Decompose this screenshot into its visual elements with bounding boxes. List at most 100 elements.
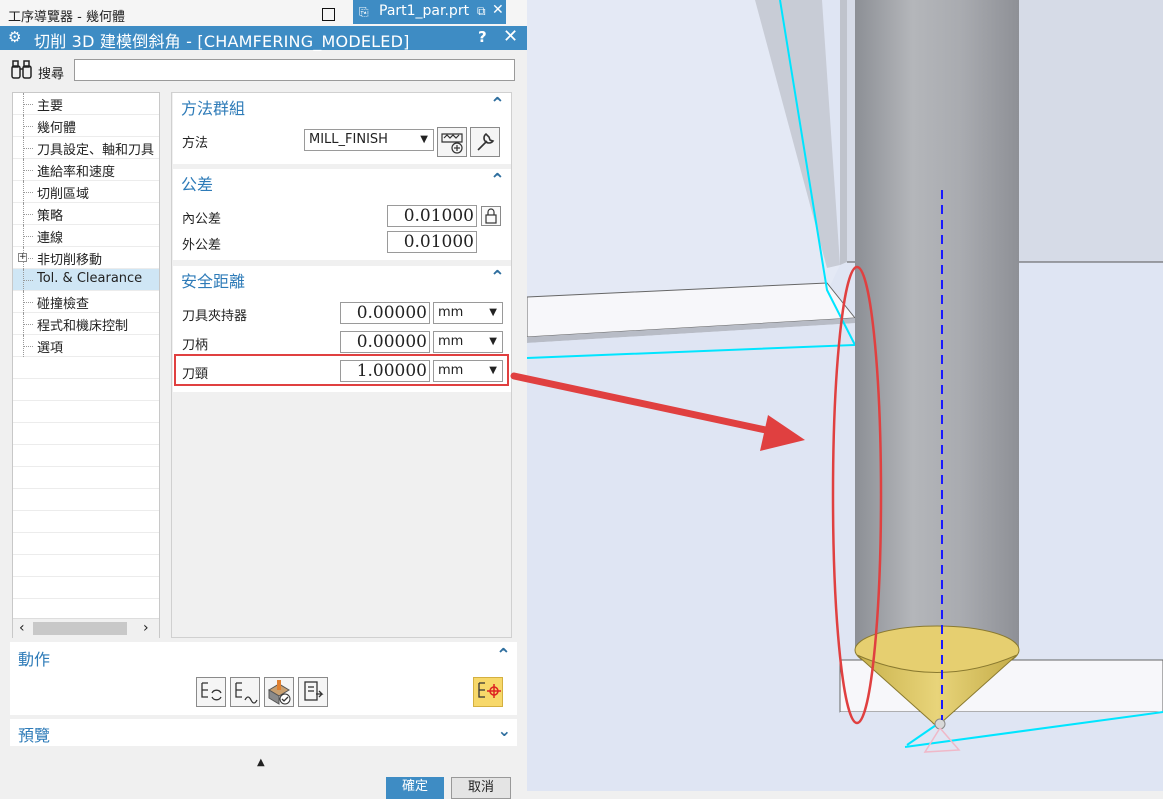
binoculars-icon [10,60,34,85]
holder-clearance-label: 刀具夾持器 [182,309,248,324]
tree-empty-row [13,357,159,379]
tree-empty-row [13,555,159,577]
dialog-title: 切削 3D 建模倒斜角 - [CHAMFERING_MODELED] [34,32,410,51]
tree-item[interactable]: 碰撞檢查 [13,291,159,313]
scroll-left-icon[interactable]: ‹ [19,620,25,636]
collapse-actions-icon[interactable]: ⌃ [496,645,511,666]
verify-button[interactable] [264,677,294,707]
restore-window-icon[interactable] [322,8,335,21]
tree-connector [23,93,36,115]
gear-icon: ⚙ [8,28,22,46]
tree-connector [23,115,36,137]
tree-item[interactable]: 程式和機床控制 [13,313,159,335]
tree-connector [23,137,36,159]
tree-item-label: 進給率和速度 [37,165,116,180]
scroll-thumb[interactable] [33,622,127,635]
display-toolpath-button[interactable] [473,677,503,707]
tree-item[interactable]: 刀具設定、軸和刀具 [13,137,159,159]
tree-item-label: 主要 [37,99,64,114]
inner-tolerance-label: 內公差 [182,212,222,227]
holder-clearance-input[interactable]: 0.00000 [340,302,430,324]
tree-empty-row [13,423,159,445]
tree-empty-row [13,577,159,599]
edit-method-button[interactable] [470,127,500,157]
tree-item-label: 非切削移動 [37,253,103,268]
ok-button[interactable]: 確定 [386,777,444,799]
tree-item-label: 碰撞檢查 [37,297,90,312]
shank-clearance-unit-select[interactable]: mm ▼ [433,331,503,353]
actions-section: 動作 ⌃ [10,642,517,715]
method-select-value: MILL_FINISH [309,132,388,147]
tree-empty-row [13,467,159,489]
annotation-arrow [510,372,805,451]
tree-item-label: Tol. & Clearance [37,271,143,286]
tree-connector [23,313,36,335]
replay-button[interactable] [230,677,260,707]
undock-icon[interactable]: ⧉ [477,4,486,19]
outer-tolerance-input[interactable]: 0.01000 [387,231,477,253]
tolerance-section: 公差 ⌃ 內公差 0.01000 外公差 0.01000 [173,169,511,260]
tree-empty-row [13,379,159,401]
method-group-title: 方法群組 [181,99,246,118]
holder-clearance-unit: mm [438,305,464,320]
tree-item-label: 連線 [37,231,64,246]
collapse-dialog-icon[interactable]: ▲ [257,757,265,768]
close-dialog-button[interactable]: ✕ [503,26,518,47]
lock-icon[interactable] [481,206,501,226]
preview-section[interactable]: 預覽 ⌄ [10,719,517,746]
scroll-right-icon[interactable]: › [143,620,149,636]
tree-item[interactable]: + 非切削移動 [13,247,159,269]
tree-item[interactable]: 主要 [13,93,159,115]
help-button[interactable]: ? [478,28,487,46]
inner-tolerance-input[interactable]: 0.01000 [387,205,477,227]
tree-item[interactable]: 選項 [13,335,159,357]
neck-highlight-box [174,354,509,386]
tree-empty-row [13,533,159,555]
tree-item[interactable]: 切削區域 [13,181,159,203]
replay-icon [235,682,258,704]
verify-icon [268,680,291,705]
collapse-tolerance-icon[interactable]: ⌃ [490,170,505,191]
generate-icon [201,682,222,701]
tree-connector [23,335,36,357]
preview-title: 預覽 [18,726,51,745]
actions-title: 動作 [18,650,51,669]
toolpath-icon [478,682,501,698]
tree-item-label: 選項 [37,341,64,356]
search-input[interactable] [74,59,515,81]
close-tab-icon[interactable]: ✕ [492,2,504,18]
tree-horizontal-scrollbar[interactable]: ‹ › [13,618,159,638]
file-tab-label: Part1_par.prt [379,3,470,19]
tree-item[interactable]: 進給率和速度 [13,159,159,181]
search-label: 搜尋 [38,67,65,82]
chamfer-edge [840,0,847,265]
tree-item[interactable]: 幾何體 [13,115,159,137]
expand-icon[interactable]: + [18,253,27,262]
arrow-head [760,415,805,451]
arrow-shaft [510,372,779,436]
tree-item[interactable]: 連線 [13,225,159,247]
collapse-method-group-icon[interactable]: ⌃ [490,94,505,115]
shank-clearance-input[interactable]: 0.00000 [340,331,430,353]
tree-item[interactable]: 策略 [13,203,159,225]
new-method-button[interactable] [437,127,467,157]
generate-button[interactable] [196,677,226,707]
tree-item-label: 幾何體 [37,121,77,136]
tree-connector [23,225,36,247]
wrench-icon [477,132,495,151]
tree-empty-row [13,511,159,533]
cancel-button[interactable]: 取消 [451,777,511,799]
expand-preview-icon[interactable]: ⌄ [498,721,511,740]
tree-item[interactable]: Tol. & Clearance [13,269,159,291]
outer-tolerance-label: 外公差 [182,238,222,253]
list-button[interactable] [298,677,328,707]
tree-item-label: 刀具設定、軸和刀具 [37,143,155,158]
method-select[interactable]: MILL_FINISH ▼ [304,129,434,151]
tree-empty-row [13,445,159,467]
tree-connector [23,203,36,225]
chevron-down-icon: ▼ [420,134,428,145]
collapse-clearance-icon[interactable]: ⌃ [490,267,505,288]
chevron-down-icon: ▼ [489,307,497,318]
file-tab[interactable]: ⎘ Part1_par.prt ⧉ ✕ [353,0,506,24]
holder-clearance-unit-select[interactable]: mm ▼ [433,302,503,324]
